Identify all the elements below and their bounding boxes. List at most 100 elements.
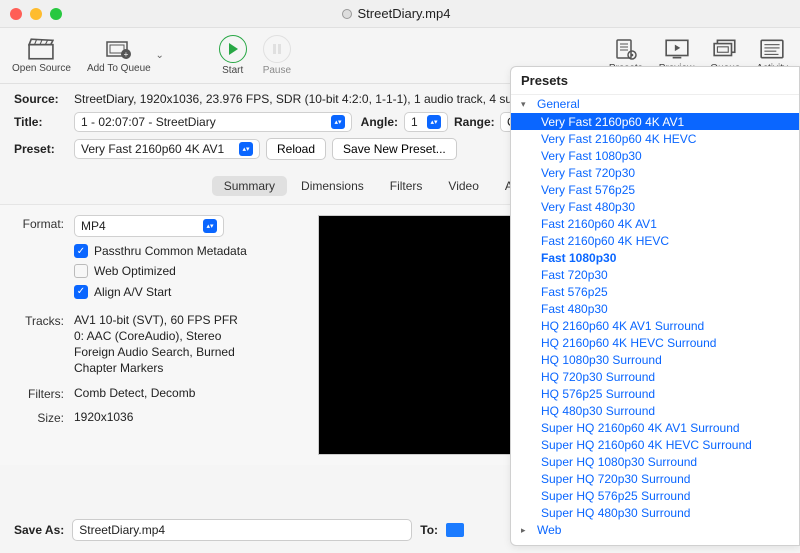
reload-button[interactable]: Reload [266, 138, 326, 160]
preset-item[interactable]: HQ 576p25 Surround [511, 385, 799, 402]
traffic-lights [10, 8, 62, 20]
web-optimized-checkbox-row[interactable]: Web Optimized [74, 263, 298, 279]
window-close-button[interactable] [10, 8, 22, 20]
format-label: Format: [18, 215, 74, 231]
preset-item[interactable]: Fast 2160p60 4K AV1 [511, 215, 799, 232]
angle-value: 1 [411, 115, 423, 129]
preset-select[interactable]: Very Fast 2160p60 4K AV1 ▴▾ [74, 139, 260, 159]
clapperboard-icon [27, 37, 55, 61]
preset-item[interactable]: Very Fast 1080p30 [511, 147, 799, 164]
add-to-queue-dropdown[interactable]: ⌄ [153, 44, 167, 68]
preset-item[interactable]: HQ 720p30 Surround [511, 368, 799, 385]
chevrons-icon: ▴▾ [239, 142, 253, 156]
save-as-input[interactable]: StreetDiary.mp4 [72, 519, 412, 541]
checkbox-unchecked-icon [74, 264, 88, 278]
open-source-label: Open Source [12, 63, 71, 74]
preset-value: Very Fast 2160p60 4K AV1 [81, 142, 235, 156]
preset-item[interactable]: Very Fast 720p30 [511, 164, 799, 181]
align-av-checkbox-row[interactable]: ✓ Align A/V Start [74, 284, 298, 300]
preset-item[interactable]: Super HQ 1080p30 Surround [511, 453, 799, 470]
preset-item[interactable]: Super HQ 2160p60 4K HEVC Surround [511, 436, 799, 453]
size-label: Size: [18, 409, 74, 425]
start-label: Start [222, 65, 243, 76]
preview-icon [663, 37, 691, 61]
window-minimize-button[interactable] [30, 8, 42, 20]
tab-dimensions[interactable]: Dimensions [289, 176, 376, 196]
window-title-text: StreetDiary.mp4 [358, 6, 451, 21]
web-optimized-label: Web Optimized [94, 263, 176, 279]
source-value: StreetDiary, 1920x1036, 23.976 FPS, SDR … [74, 92, 567, 106]
open-source-button[interactable]: Open Source [12, 37, 71, 74]
preset-item[interactable]: Super HQ 720p30 Surround [511, 470, 799, 487]
preset-item[interactable]: Fast 1080p30 [511, 249, 799, 266]
preset-item[interactable]: HQ 2160p60 4K AV1 Surround [511, 317, 799, 334]
preset-category[interactable]: ▾General [511, 95, 799, 113]
preset-item[interactable]: Fast 720p30 [511, 266, 799, 283]
chevron-down-icon: ▾ [521, 99, 531, 110]
folder-icon[interactable] [446, 523, 464, 537]
chevron-right-icon: ▸ [521, 525, 531, 536]
presets-icon [612, 37, 640, 61]
filters-value: Comb Detect, Decomb [74, 385, 298, 401]
preset-item[interactable]: Super HQ 480p30 Surround [511, 504, 799, 521]
preset-category-label: Devices [537, 541, 580, 543]
preset-item[interactable]: Very Fast 2160p60 4K HEVC [511, 130, 799, 147]
preset-item[interactable]: Very Fast 480p30 [511, 198, 799, 215]
document-modified-dot [342, 9, 352, 19]
preset-category[interactable]: ▸ Web [511, 521, 799, 539]
source-label: Source: [14, 92, 68, 106]
preset-item[interactable]: HQ 2160p60 4K HEVC Surround [511, 334, 799, 351]
preset-item[interactable]: HQ 1080p30 Surround [511, 351, 799, 368]
save-new-preset-button[interactable]: Save New Preset... [332, 138, 457, 160]
size-value: 1920x1036 [74, 409, 298, 425]
add-to-queue-icon: + [105, 37, 133, 61]
range-label: Range: [454, 115, 494, 129]
preset-item[interactable]: Fast 576p25 [511, 283, 799, 300]
window-title: StreetDiary.mp4 [62, 6, 730, 21]
format-value: MP4 [81, 218, 199, 234]
titlebar: StreetDiary.mp4 [0, 0, 800, 28]
checkbox-checked-icon: ✓ [74, 244, 88, 258]
presets-panel-title: Presets [511, 67, 799, 95]
format-select[interactable]: MP4 ▴▾ [74, 215, 224, 237]
add-to-queue-label: Add To Queue [87, 63, 151, 74]
save-as-value: StreetDiary.mp4 [79, 523, 165, 537]
title-label: Title: [14, 115, 68, 129]
tab-summary[interactable]: Summary [212, 176, 287, 196]
checkbox-checked-icon: ✓ [74, 285, 88, 299]
preset-category-label: Web [537, 523, 561, 537]
chevron-down-icon: ⌄ [156, 50, 164, 61]
preset-item[interactable]: Fast 480p30 [511, 300, 799, 317]
preset-category[interactable]: ▸ Devices [511, 539, 799, 543]
tab-video[interactable]: Video [436, 176, 490, 196]
tab-filters[interactable]: Filters [378, 176, 435, 196]
queue-icon [711, 37, 739, 61]
pause-icon [263, 35, 291, 63]
preset-item[interactable]: Super HQ 2160p60 4K AV1 Surround [511, 419, 799, 436]
angle-label: Angle: [358, 115, 398, 129]
pause-label: Pause [263, 65, 291, 76]
activity-icon [758, 37, 786, 61]
chevrons-icon: ▴▾ [331, 115, 345, 129]
chevron-right-icon: ▸ [521, 543, 531, 544]
preset-item[interactable]: Super HQ 576p25 Surround [511, 487, 799, 504]
preset-item[interactable]: Very Fast 2160p60 4K AV1 [511, 113, 799, 130]
save-as-label: Save As: [14, 523, 64, 537]
tracks-value: AV1 10-bit (SVT), 60 FPS PFR 0: AAC (Cor… [74, 312, 298, 377]
preset-item[interactable]: Very Fast 576p25 [511, 181, 799, 198]
align-av-label: Align A/V Start [94, 284, 171, 300]
passthru-label: Passthru Common Metadata [94, 243, 247, 259]
preset-item[interactable]: Fast 2160p60 4K HEVC [511, 232, 799, 249]
svg-text:+: + [123, 50, 128, 59]
chevrons-icon: ▴▾ [203, 219, 217, 233]
start-button[interactable]: Start [219, 35, 247, 76]
add-to-queue-button[interactable]: + Add To Queue [87, 37, 151, 74]
passthru-checkbox-row[interactable]: ✓ Passthru Common Metadata [74, 243, 298, 259]
window-maximize-button[interactable] [50, 8, 62, 20]
preset-item[interactable]: HQ 480p30 Surround [511, 402, 799, 419]
title-select[interactable]: 1 - 02:07:07 - StreetDiary ▴▾ [74, 112, 352, 132]
to-label: To: [420, 523, 438, 537]
play-icon [219, 35, 247, 63]
presets-list[interactable]: ▾GeneralVery Fast 2160p60 4K AV1Very Fas… [511, 95, 799, 543]
angle-select[interactable]: 1 ▴▾ [404, 112, 448, 132]
